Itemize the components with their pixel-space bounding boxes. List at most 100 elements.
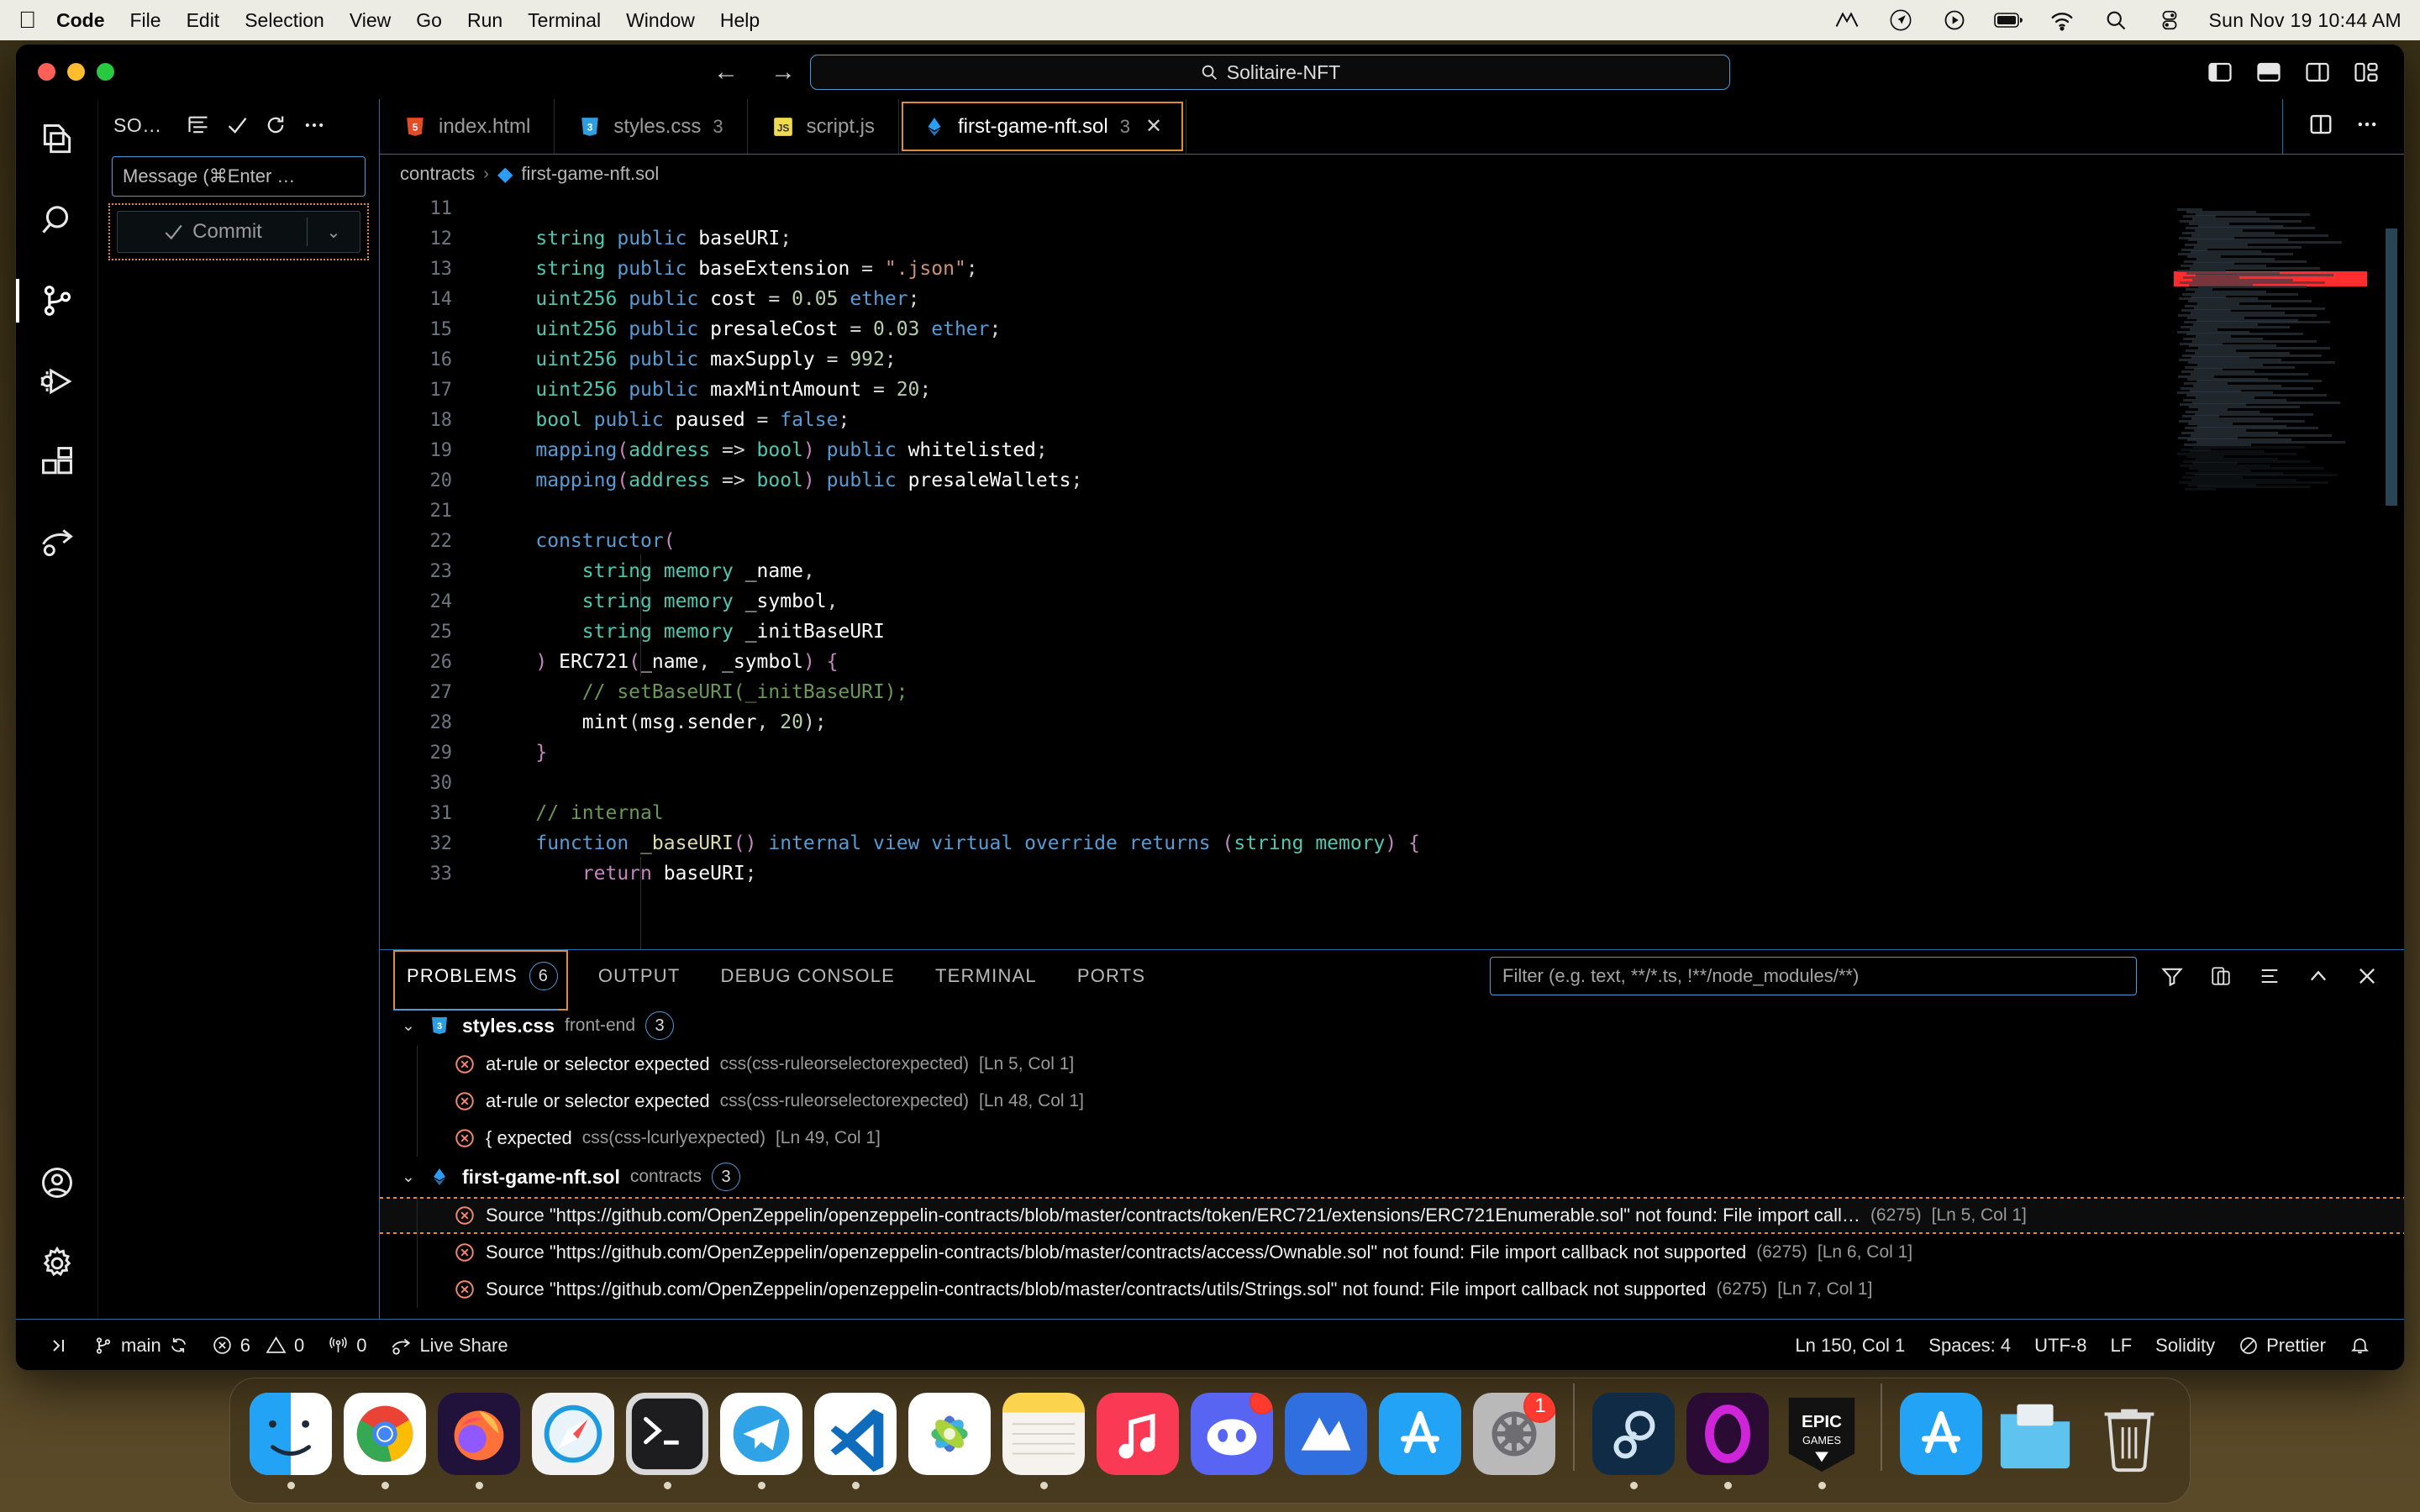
commit-button[interactable]: Commit ⌄ [117,211,360,253]
control-center-icon[interactable] [2155,8,2184,33]
close-panel-icon[interactable] [2354,963,2381,989]
code-line[interactable]: 20 mapping(address => bool) public presa… [380,465,2404,496]
dock-item-nordvpn[interactable] [1279,1382,1373,1489]
maximize-window-button[interactable] [97,63,114,81]
nordvpn-icon[interactable] [1833,8,1861,33]
dock-item-firefox[interactable] [432,1382,526,1489]
code-line[interactable]: 26 ) ERC721(_name, _symbol) { [380,647,2404,677]
dock-item-google-chrome[interactable] [338,1382,432,1489]
view-as-tree-icon[interactable] [179,108,218,142]
breadcrumb-file[interactable]: first-game-nft.sol [521,163,659,185]
code-line[interactable]: 14 uint256 public cost = 0.05 ether; [380,284,2404,314]
menu-item-window[interactable]: Window [626,9,695,32]
menu-item-run[interactable]: Run [467,9,502,32]
code-line[interactable]: 16 uint256 public maxSupply = 992; [380,344,2404,375]
status-live-share[interactable]: Live Share [378,1335,519,1357]
menu-bar-clock[interactable]: Sun Nov 19 10:44 AM [2209,9,2402,32]
commit-check-icon[interactable] [218,108,256,142]
code-line[interactable]: 24 string memory _symbol, [380,586,2404,617]
dock-item-finder[interactable] [244,1382,338,1489]
dock-item-downloads-folder[interactable] [1988,1382,2082,1489]
chevron-down-icon[interactable]: ⌄ [402,1016,417,1036]
panel-tab-terminal[interactable]: TERMINAL [930,958,1042,994]
wifi-icon[interactable] [2048,8,2076,33]
dock-item-visual-studio-code[interactable] [808,1382,902,1489]
battery-icon[interactable] [1993,8,2023,33]
menu-item-edit[interactable]: Edit [187,9,220,32]
dock-item-photos[interactable] [902,1382,997,1489]
toggle-panel-icon[interactable] [2256,61,2281,83]
problems-group-first-game-nft-sol[interactable]: ⌄ first-game-nft.sol contracts 3 [380,1157,2404,1197]
code-line[interactable]: 13 string public baseExtension = ".json"… [380,254,2404,284]
dock-item-music[interactable] [1091,1382,1185,1489]
editor-tab-first-game-nft-sol[interactable]: first-game-nft.sol 3 ✕ [899,99,1187,154]
dock-item-opera-gx[interactable] [1681,1382,1775,1489]
editor-tab-styles-css[interactable]: 3 styles.css 3 [555,99,748,154]
dock-item-system-settings[interactable]: 1 [1467,1382,1561,1489]
code-line[interactable]: 12 string public baseURI; [380,223,2404,254]
sidebar-item-run-and-debug[interactable] [16,341,98,422]
code-line[interactable]: 29 } [380,738,2404,768]
status-language-mode[interactable]: Solidity [2144,1335,2227,1357]
menu-item-selection[interactable]: Selection [245,9,324,32]
status-ports[interactable]: 0 [316,1335,378,1357]
navigation-arrows[interactable]: ← → [713,59,796,85]
window-traffic-lights[interactable] [16,63,114,81]
sidebar-item-source-control[interactable] [16,260,98,341]
refresh-icon[interactable] [256,108,295,142]
dock-item-notes[interactable] [997,1382,1091,1489]
breadcrumb-folder[interactable]: contracts [400,163,475,185]
status-warnings[interactable]: 0 [262,1335,316,1357]
code-line[interactable]: 21 [380,496,2404,526]
apple-menu-icon[interactable]:  [18,8,36,32]
go-forward-icon[interactable]: → [771,59,796,85]
editor-scrollbar-thumb[interactable] [2386,228,2397,506]
status-remote-indicator[interactable] [38,1336,82,1356]
sidebar-item-live-share[interactable] [16,502,98,583]
location-arrow-icon[interactable] [1886,8,1915,33]
dock-item-terminal[interactable] [620,1382,714,1489]
code-line[interactable]: 30 [380,768,2404,798]
accounts-button[interactable] [16,1142,98,1223]
code-line[interactable]: 17 uint256 public maxMintAmount = 20; [380,375,2404,405]
close-tab-icon[interactable]: ✕ [1145,114,1162,139]
problem-row[interactable]: { expected css(css-lcurlyexpected) [Ln 49,… [380,1120,2404,1157]
chevron-down-icon[interactable]: ⌄ [402,1168,417,1187]
problems-group-styles-css[interactable]: ⌄ 3 styles.css front-end 3 [380,1005,2404,1046]
chevron-up-icon[interactable] [2305,963,2332,989]
split-editor-right-icon[interactable] [2308,113,2333,139]
dock-item-safari[interactable] [526,1382,620,1489]
commit-button-main[interactable]: Commit [118,220,307,244]
code-line[interactable]: 19 mapping(address => bool) public white… [380,435,2404,465]
code-line[interactable]: 11 [380,193,2404,223]
code-line[interactable]: 33 return baseURI; [380,858,2404,889]
manage-settings-button[interactable] [16,1223,98,1304]
code-line[interactable]: 32 function _baseURI() internal view vir… [380,828,2404,858]
panel-tab-output[interactable]: OUTPUT [593,958,686,994]
editor-more-actions-icon[interactable] [2355,113,2379,140]
new-window-icon[interactable] [2207,963,2234,989]
go-back-icon[interactable]: ← [713,59,739,85]
filter-icon[interactable] [2159,963,2186,989]
problem-row[interactable]: Source "https://github.com/OpenZeppelin/… [380,1197,2404,1234]
screen-record-icon[interactable] [1940,8,1969,33]
code-editor[interactable]: 11 12 string public baseURI; 13 string pub… [380,193,2404,949]
panel-tab-ports[interactable]: PORTS [1072,958,1150,994]
customize-layout-icon[interactable] [2354,61,2379,83]
editor-tab-script-js[interactable]: JS script.js [748,99,899,154]
code-line[interactable]: 28 mint(msg.sender, 20); [380,707,2404,738]
status-cursor-position[interactable]: Ln 150, Col 1 [1783,1335,1917,1357]
status-errors[interactable]: 6 [200,1335,262,1357]
sidebar-item-search[interactable] [16,180,98,260]
close-window-button[interactable] [38,63,55,81]
editor-tab-index-html[interactable]: 5 index.html [380,99,555,154]
toggle-primary-sidebar-icon[interactable] [2207,61,2233,83]
status-eol[interactable]: LF [2098,1335,2144,1357]
minimize-window-button[interactable] [67,63,85,81]
code-line[interactable]: 31 // internal [380,798,2404,828]
sidebar-item-extensions[interactable] [16,422,98,502]
dock-item-steam[interactable] [1586,1382,1681,1489]
panel-tab-debug-console[interactable]: DEBUG CONSOLE [716,958,901,994]
status-encoding[interactable]: UTF-8 [2023,1335,2098,1357]
more-actions-icon[interactable] [295,108,334,142]
